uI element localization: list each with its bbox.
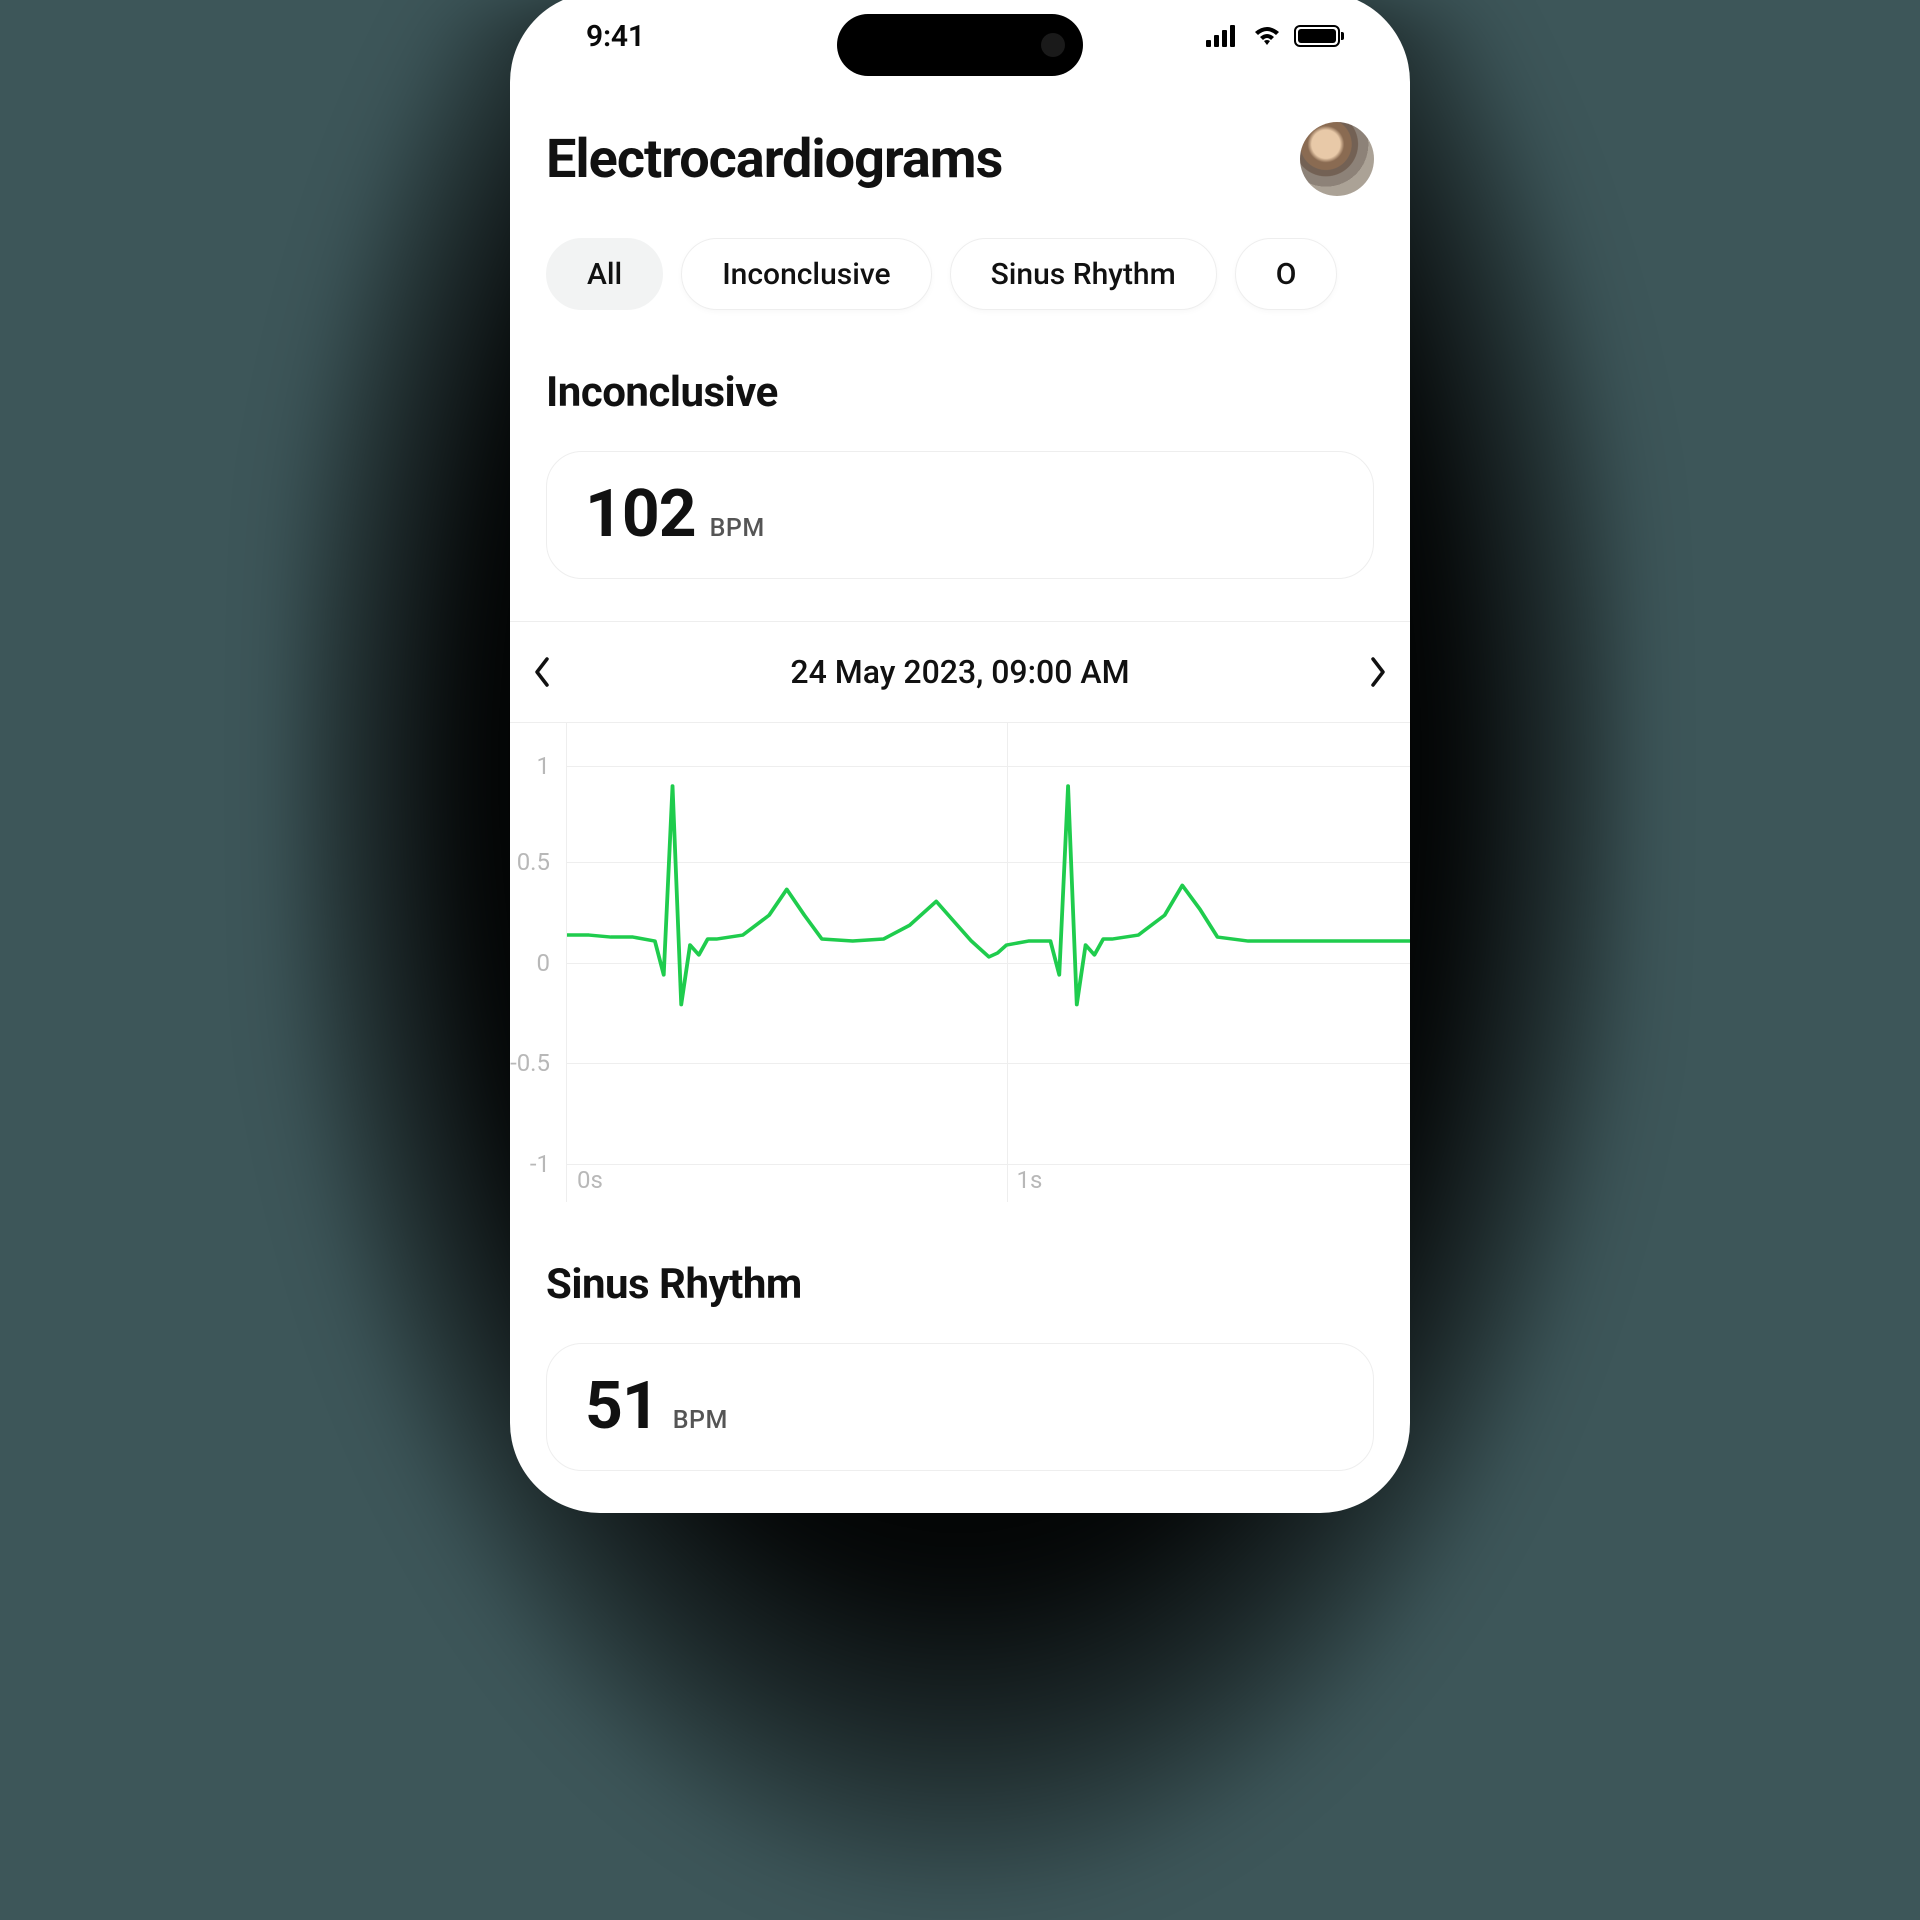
- bpm-value: 51: [585, 1374, 659, 1440]
- section-title-inconclusive: Inconclusive: [546, 368, 1374, 417]
- bpm-card-sinus[interactable]: 51 BPM: [546, 1343, 1374, 1471]
- chip-sinus-rhythm[interactable]: Sinus Rhythm: [950, 238, 1217, 310]
- chip-inconclusive[interactable]: Inconclusive: [681, 238, 931, 310]
- bpm-card-inconclusive[interactable]: 102 BPM: [546, 451, 1374, 579]
- date-label: 24 May 2023, 09:00 AM: [790, 653, 1129, 691]
- bpm-value: 102: [585, 482, 696, 548]
- avatar[interactable]: [1300, 122, 1374, 196]
- status-indicators: [1206, 25, 1340, 47]
- ytick: -1: [530, 1150, 550, 1178]
- next-arrow[interactable]: [1358, 652, 1398, 692]
- ytick: -0.5: [510, 1049, 550, 1077]
- dynamic-island: [837, 14, 1083, 76]
- wifi-icon: [1252, 25, 1282, 47]
- bpm-unit: BPM: [710, 514, 765, 543]
- cellular-icon: [1206, 25, 1240, 47]
- page-title: Electrocardiograms: [546, 128, 1002, 191]
- chip-all[interactable]: All: [546, 238, 663, 310]
- bpm-unit: BPM: [673, 1406, 728, 1435]
- chip-overflow[interactable]: O: [1235, 238, 1338, 310]
- ytick: 0.5: [517, 848, 550, 876]
- ytick: 1: [537, 752, 551, 780]
- status-time: 9:41: [586, 19, 645, 54]
- phone-frame: 9:41 Electrocardiograms All Inconclusive: [510, 0, 1410, 1513]
- filter-chips: All Inconclusive Sinus Rhythm O: [546, 238, 1374, 368]
- ytick: 0: [537, 949, 551, 977]
- section-title-sinus: Sinus Rhythm: [546, 1260, 1374, 1309]
- status-bar: 9:41: [510, 0, 1410, 80]
- prev-arrow[interactable]: [522, 652, 562, 692]
- battery-icon: [1294, 25, 1340, 47]
- ecg-chart: 1 0.5 0 -0.5 -1 0s 1s: [510, 722, 1410, 1202]
